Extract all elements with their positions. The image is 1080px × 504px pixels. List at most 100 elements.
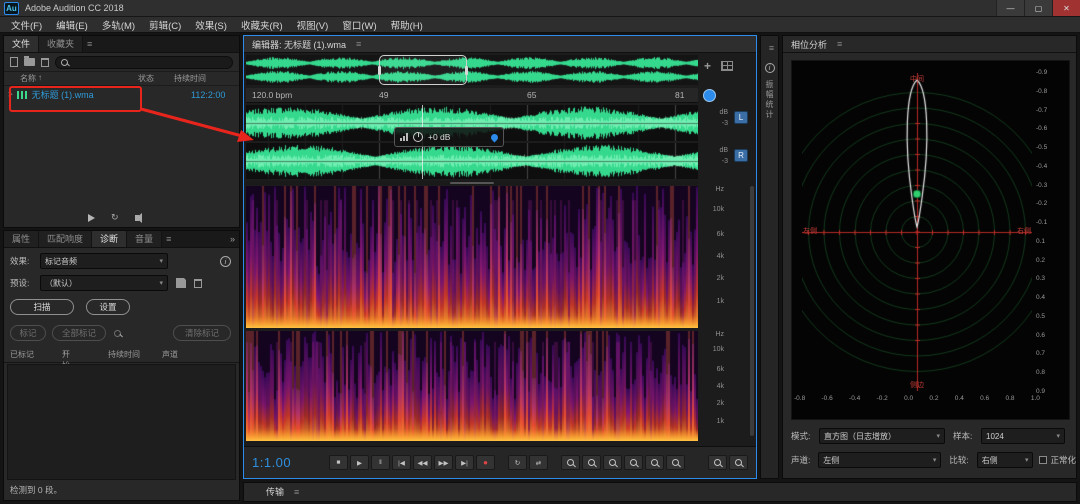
effect-select[interactable]: 标记音频 ▾ xyxy=(40,253,168,269)
delete-file-icon[interactable] xyxy=(41,58,49,67)
samples-select[interactable]: 1024 ▾ xyxy=(981,428,1065,444)
tab-属性[interactable]: 属性 xyxy=(4,231,39,247)
scan-button[interactable]: 扫描 xyxy=(10,299,74,315)
caret-down-icon: ▾ xyxy=(933,456,937,464)
menu-item[interactable]: 窗口(W) xyxy=(335,18,383,32)
normalize-checkbox[interactable] xyxy=(1039,456,1047,464)
gain-knob-icon[interactable] xyxy=(413,132,423,142)
open-folder-icon[interactable] xyxy=(24,58,35,66)
menu-item[interactable]: 多轨(M) xyxy=(95,18,142,32)
grid-view-icon[interactable] xyxy=(721,61,733,71)
pause-button[interactable]: ‖ xyxy=(371,455,390,470)
collapsed-panel-label[interactable]: 振幅统计 xyxy=(764,80,775,120)
rewind-button[interactable]: ◀◀ xyxy=(413,455,432,470)
minimize-button[interactable]: — xyxy=(996,0,1024,16)
timeline-ruler[interactable]: 120.0 bpm 49 65 81 xyxy=(246,88,698,103)
skip-selection-button[interactable]: ⇄ xyxy=(529,455,548,470)
menu-item[interactable]: 帮助(H) xyxy=(384,18,430,32)
new-file-icon[interactable] xyxy=(10,57,18,67)
play-icon[interactable] xyxy=(88,214,95,222)
panel-menu-icon[interactable]: ≡ xyxy=(837,36,842,52)
overview-selection[interactable] xyxy=(379,55,467,85)
menu-item[interactable]: 效果(S) xyxy=(188,18,234,32)
column-status[interactable]: 状态 xyxy=(138,73,174,84)
zoom-in-button[interactable] xyxy=(561,455,580,470)
vertical-scrollbar[interactable] xyxy=(750,186,754,436)
zoom-in-vertical-button[interactable] xyxy=(603,455,622,470)
find-marks-icon[interactable] xyxy=(114,330,121,337)
tab-文件[interactable]: 文件 xyxy=(4,36,39,52)
pane-divider[interactable] xyxy=(246,181,698,185)
freq-tick: 6k xyxy=(717,231,724,238)
pan-tool-icon[interactable]: + xyxy=(704,61,711,71)
tab-匹配响度[interactable]: 匹配响度 xyxy=(39,231,92,247)
menu-item[interactable]: 视图(V) xyxy=(290,18,336,32)
play-button[interactable]: ▶ xyxy=(350,455,369,470)
waveform-right-canvas[interactable] xyxy=(246,143,698,179)
pin-icon[interactable] xyxy=(490,132,500,142)
diagnostics-result-list[interactable] xyxy=(7,364,236,480)
column-name[interactable]: 名称 ↑ xyxy=(20,73,138,84)
y-tick: 0.2 xyxy=(1036,257,1047,264)
menu-item[interactable]: 编辑(E) xyxy=(49,18,95,32)
mark-all-button[interactable]: 全部标记 xyxy=(52,325,106,341)
tab-收藏夹[interactable]: 收藏夹 xyxy=(39,36,83,52)
freq-tick: 4k xyxy=(717,383,724,390)
gain-value: +0 dB xyxy=(428,132,450,142)
zoom-in-point-left-button[interactable] xyxy=(708,455,727,470)
stop-button[interactable]: ■ xyxy=(329,455,348,470)
panel-menu-icon[interactable]: ≡ xyxy=(356,36,361,52)
time-display[interactable]: 1:1.00 xyxy=(252,455,316,470)
diagnostics-table-headers: 已标记 开始 ↑ 持续时间 声道 xyxy=(4,349,239,363)
spectrogram-left-canvas[interactable] xyxy=(246,186,698,328)
tab-诊断[interactable]: 诊断 xyxy=(92,231,127,247)
tab-overflow-icon[interactable]: » xyxy=(230,231,239,247)
collapsed-panel-strip: ≡ i 振幅统计 xyxy=(760,35,779,479)
gain-hud[interactable]: +0 dB xyxy=(394,127,504,147)
zoom-out-vertical-button[interactable] xyxy=(624,455,643,470)
fast-forward-button[interactable]: ▶▶ xyxy=(434,455,453,470)
caret-down-icon: ▾ xyxy=(936,432,940,440)
mark-button[interactable]: 标记 xyxy=(10,325,46,341)
loop-icon[interactable]: ↻ xyxy=(111,212,119,223)
skip-to-end-button[interactable]: ▶| xyxy=(455,455,474,470)
column-duration[interactable]: 持续时间 xyxy=(174,73,206,84)
panel-menu-icon[interactable]: ≡ xyxy=(769,40,774,56)
mode-select[interactable]: 直方图（日志增放） ▾ xyxy=(819,428,945,444)
menu-item[interactable]: 收藏夹(R) xyxy=(234,18,290,32)
close-button[interactable]: ✕ xyxy=(1052,0,1080,16)
snap-icon[interactable] xyxy=(703,89,716,102)
column-duration[interactable]: 持续时间 xyxy=(108,349,140,360)
clear-marks-button[interactable]: 清除标记 xyxy=(173,325,231,341)
spectrogram-right-canvas[interactable] xyxy=(246,331,698,441)
compare-select[interactable]: 右侧 ▾ xyxy=(977,452,1034,468)
column-marked[interactable]: 已标记 xyxy=(10,349,34,360)
speaker-icon[interactable] xyxy=(135,215,139,221)
zoom-out-button[interactable] xyxy=(582,455,601,470)
loop-playback-button[interactable]: ↻ xyxy=(508,455,527,470)
panel-menu-icon[interactable]: ≡ xyxy=(87,36,92,52)
x-tick: 0.4 xyxy=(955,395,964,402)
zoom-to-selection-button[interactable] xyxy=(645,455,664,470)
zoom-in-point-right-button[interactable] xyxy=(729,455,748,470)
save-preset-icon[interactable] xyxy=(176,278,186,288)
skip-to-start-button[interactable]: |◀ xyxy=(392,455,411,470)
menu-item[interactable]: 文件(F) xyxy=(4,18,49,32)
maximize-button[interactable]: ▢ xyxy=(1024,0,1052,16)
panel-menu-icon[interactable]: ≡ xyxy=(294,484,299,500)
tab-音量[interactable]: 音量 xyxy=(127,231,162,247)
settings-button[interactable]: 设置 xyxy=(86,299,130,315)
preset-select[interactable]: （默认） ▾ xyxy=(40,275,168,291)
channel-left-button[interactable]: L xyxy=(734,111,748,124)
menu-item[interactable]: 剪辑(C) xyxy=(142,18,188,32)
column-channel[interactable]: 声道 xyxy=(162,349,178,360)
overview-waveform[interactable] xyxy=(246,55,698,85)
overview-waveform-canvas[interactable] xyxy=(246,55,698,85)
channel-select[interactable]: 左侧 ▾ xyxy=(818,452,941,468)
delete-preset-icon[interactable] xyxy=(194,279,202,288)
files-search-input[interactable] xyxy=(55,56,233,69)
channel-right-button[interactable]: R xyxy=(734,149,748,162)
record-button[interactable]: ● xyxy=(476,455,495,470)
info-icon[interactable]: i xyxy=(220,256,231,267)
zoom-full-button[interactable] xyxy=(666,455,685,470)
